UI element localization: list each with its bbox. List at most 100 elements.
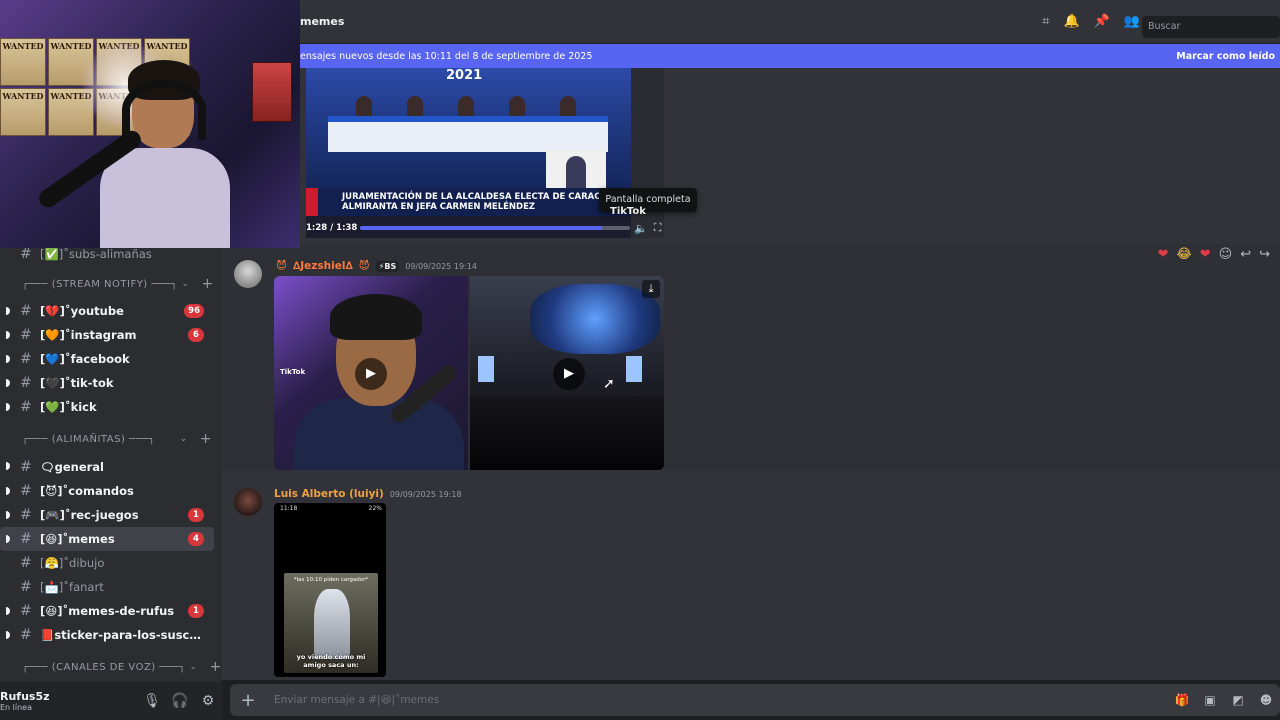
- channel-label: [✅]˚subs-alimañas: [40, 247, 152, 261]
- person-shape: [356, 96, 372, 118]
- hash-icon: #: [20, 458, 32, 475]
- channel-item[interactable]: # [😈]˚comandos: [0, 479, 214, 503]
- channel-item[interactable]: # [💙]˚facebook: [0, 347, 214, 371]
- stage-table: [328, 116, 608, 152]
- message-header: Luis Alberto (luiyi) 09/09/2025 19:18: [274, 488, 462, 500]
- author-prefix-emoji: 😈: [276, 260, 287, 272]
- video-progress-bar[interactable]: [360, 226, 630, 230]
- hash-icon: #: [20, 327, 32, 344]
- wanted-poster: WANTED: [0, 38, 46, 86]
- author-name[interactable]: Luis Alberto (luiyi): [274, 488, 384, 500]
- microphone-icon[interactable]: 🎙: [138, 693, 166, 709]
- fullscreen-icon[interactable]: ⛶: [654, 221, 662, 235]
- add-channel-icon[interactable]: +: [200, 431, 212, 447]
- channel-title: memes: [300, 15, 345, 28]
- add-channel-icon[interactable]: +: [210, 659, 222, 675]
- sticker-icon[interactable]: ◩: [1224, 693, 1252, 707]
- channel-category[interactable]: ┌─── (ALIMAÑITAS) ───┐ ⌄ +: [0, 427, 222, 451]
- channel-list[interactable]: # [✅]˚subs-alimañas ┌─── (STREAM NOTIFY)…: [0, 244, 222, 684]
- laugh-reaction-button[interactable]: 😂: [1177, 247, 1192, 262]
- avatar[interactable]: [234, 260, 262, 288]
- search-input[interactable]: Buscar: [1142, 16, 1280, 38]
- image-attachment[interactable]: 11:18 22% *las 10:10 piden cargador* yo …: [274, 503, 386, 677]
- channel-item[interactable]: # [😆]˚memes 4: [0, 526, 214, 551]
- unread-indicator: [6, 607, 10, 616]
- mention-badge: 1: [188, 604, 204, 619]
- channel-label: [😆]˚memes: [40, 531, 115, 546]
- play-icon[interactable]: ▶: [553, 358, 585, 390]
- headphones-icon[interactable]: 🎧: [166, 693, 194, 709]
- user-info[interactable]: Rufus5z En línea: [0, 690, 138, 712]
- channel-item[interactable]: # 📕sticker-para-los-suscritores-...: [0, 623, 214, 647]
- hash-icon: #: [20, 627, 32, 644]
- chevron-down-icon[interactable]: ⌄: [189, 662, 197, 672]
- video-people: [356, 96, 576, 118]
- chevron-down-icon[interactable]: ⌄: [181, 279, 189, 289]
- channel-item[interactable]: # 🗨general: [0, 454, 214, 478]
- threads-icon[interactable]: ⌗: [1042, 14, 1049, 29]
- user-status: En línea: [0, 703, 33, 712]
- unread-indicator: [6, 355, 10, 364]
- channel-item[interactable]: # [💔]˚youtube 96: [0, 299, 214, 323]
- channel-item[interactable]: # [🧡]˚instagram 6: [0, 323, 214, 347]
- emoji-icon[interactable]: ☻: [1252, 693, 1280, 707]
- unread-indicator: [6, 534, 10, 543]
- person-shape: [407, 96, 423, 118]
- download-icon[interactable]: ⤓: [642, 280, 660, 298]
- volume-icon[interactable]: 🔈: [634, 222, 648, 235]
- add-attachment-icon[interactable]: +: [230, 690, 266, 711]
- mouse-cursor-icon: ➚: [603, 376, 615, 392]
- webcam-overlay: WANTEDWANTEDWANTEDWANTEDWANTEDWANTEDWANT…: [0, 0, 300, 248]
- mention-badge: 4: [188, 531, 204, 546]
- unread-indicator: [6, 331, 10, 340]
- author-suffix-emoji: 😈: [358, 260, 370, 272]
- avatar[interactable]: [234, 488, 262, 516]
- chevron-down-icon[interactable]: ⌄: [180, 434, 188, 444]
- pin-icon[interactable]: 📌: [1094, 14, 1110, 29]
- members-icon[interactable]: 👥: [1124, 14, 1140, 29]
- video-progress-fill: [360, 226, 603, 230]
- channel-item[interactable]: # [🎮]˚rec-juegos 1: [0, 503, 214, 527]
- channel-item[interactable]: # [🖤]˚tik-tok: [0, 371, 214, 395]
- author-name[interactable]: ∆Jezshiel∆: [293, 260, 353, 272]
- message-input[interactable]: Enviar mensaje a #|😆|˚memes: [266, 694, 1168, 706]
- reply-icon[interactable]: ↩: [1240, 247, 1251, 262]
- lower-third-caption: JURAMENTACIÓN DE LA ALCALDESA ELECTA DE …: [342, 192, 613, 212]
- server-tag[interactable]: ⚡BS: [375, 260, 400, 272]
- gift-icon[interactable]: 🎁: [1168, 693, 1196, 707]
- category-label: ┌─── (CANALES DE VOZ) ───┐: [22, 661, 186, 673]
- channel-item[interactable]: # [😤]˚dibujo: [0, 551, 214, 575]
- play-icon[interactable]: ▶: [355, 358, 387, 390]
- channel-item[interactable]: # [😆]˚memes-de-rufus 1: [0, 599, 214, 623]
- add-channel-icon[interactable]: +: [202, 276, 214, 292]
- add-reaction-icon[interactable]: ☺: [1219, 247, 1233, 262]
- forward-icon[interactable]: ↪: [1259, 247, 1270, 262]
- bell-icon[interactable]: 🔔: [1063, 14, 1079, 29]
- unread-indicator: [6, 403, 10, 412]
- new-messages-bar[interactable]: ensajes nuevos desde las 10:11 del 8 de …: [300, 44, 1280, 68]
- gear-icon[interactable]: ⚙: [194, 693, 222, 709]
- robot-figure: [314, 589, 350, 659]
- timestamp: 09/09/2025 19:14: [405, 261, 477, 271]
- heart-reaction-button-2[interactable]: ❤: [1200, 247, 1211, 262]
- discord-window: # [✅]˚subs-alimañas ┌─── (STREAM NOTIFY)…: [0, 0, 1280, 720]
- sign-language-inset: [546, 150, 606, 188]
- channel-item[interactable]: # [💚]˚kick: [0, 395, 214, 419]
- streamer-body: [100, 148, 230, 248]
- gif-icon[interactable]: ▣: [1196, 693, 1224, 707]
- hash-icon: #: [20, 375, 32, 392]
- hash-icon: #: [20, 578, 32, 595]
- channel-category[interactable]: ┌─── (STREAM NOTIFY) ───┐ ⌄ +: [0, 272, 222, 296]
- tiktok-watermark: TikTok: [610, 206, 646, 217]
- meme-top-text: *las 10:10 piden cargador*: [293, 577, 369, 583]
- stage-light: [478, 356, 494, 382]
- category-label: ┌─── (STREAM NOTIFY) ───┐: [22, 278, 178, 290]
- channel-item[interactable]: # [📩]˚fanart: [0, 575, 214, 599]
- meme-bottom-text: yo viendo cómo mi amigo saca un:: [296, 653, 366, 669]
- person-hat: [330, 294, 422, 340]
- hash-icon: #: [20, 554, 32, 571]
- wanted-poster: WANTED: [0, 88, 46, 136]
- mark-as-read-button[interactable]: Marcar como leído: [1176, 51, 1275, 62]
- channel-category[interactable]: ┌─── (CANALES DE VOZ) ───┐ ⌄ +: [0, 655, 222, 679]
- heart-reaction-button[interactable]: ❤: [1158, 247, 1169, 262]
